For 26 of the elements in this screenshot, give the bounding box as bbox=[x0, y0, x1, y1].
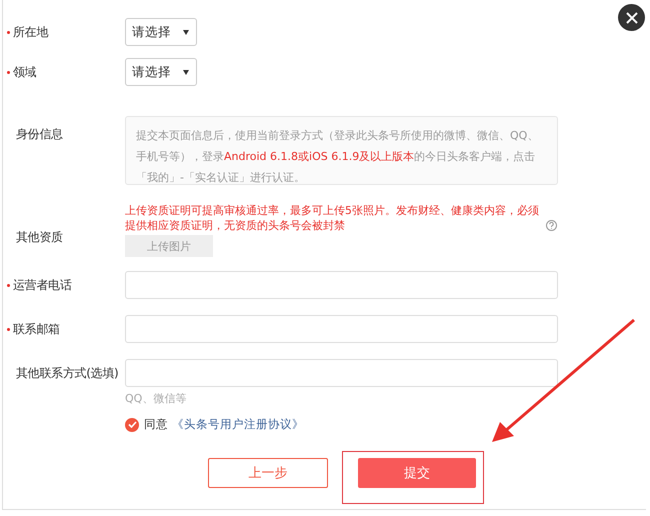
caret-icon bbox=[183, 30, 189, 34]
submit-button[interactable]: 提交 bbox=[358, 458, 476, 488]
input-field[interactable] bbox=[125, 359, 558, 387]
input-field[interactable] bbox=[125, 271, 558, 299]
caret-icon bbox=[183, 70, 189, 74]
dropdown[interactable]: 请选择 bbox=[125, 18, 197, 46]
agreement-link[interactable]: 《头条号用户注册协议》 bbox=[172, 417, 304, 432]
field-label: 身份信息 bbox=[16, 126, 63, 143]
field-label: 其他资质 bbox=[16, 228, 63, 246]
warning-text: 上传资质证明可提高审核通过率，最多可上传5张照片。发布财经、健康类内容，必须提供相应资质证明，无资质的头条号会被封禁 bbox=[125, 203, 540, 233]
help-icon[interactable] bbox=[546, 220, 557, 231]
field-label: 联系邮箱 bbox=[7, 320, 60, 338]
field-label: 所在地 bbox=[7, 24, 48, 40]
input-field[interactable] bbox=[125, 315, 558, 343]
checkbox[interactable] bbox=[125, 418, 139, 432]
hint-text: QQ、微信等 bbox=[125, 391, 188, 406]
field-label: 其他联系方式(选填) bbox=[16, 364, 118, 382]
field-label: 领域 bbox=[7, 64, 36, 80]
agree-label: 同意 bbox=[144, 417, 168, 432]
back-button[interactable]: 上一步 bbox=[208, 458, 328, 488]
check-icon bbox=[128, 421, 136, 428]
dropdown[interactable]: 请选择 bbox=[125, 58, 197, 86]
info-text: 提交本页面信息后，使用当前登录方式（登录此头条号所使用的微博、微信、QQ、手机号等），登录Android 6.1.8或iOS 6.1.9及以上版本的今日头条客户端，点击「我的」-「实名认证」进行认证。 bbox=[125, 116, 558, 185]
close-button[interactable] bbox=[618, 4, 645, 31]
close-icon bbox=[626, 12, 638, 24]
field-label: 运营者电话 bbox=[7, 276, 72, 294]
